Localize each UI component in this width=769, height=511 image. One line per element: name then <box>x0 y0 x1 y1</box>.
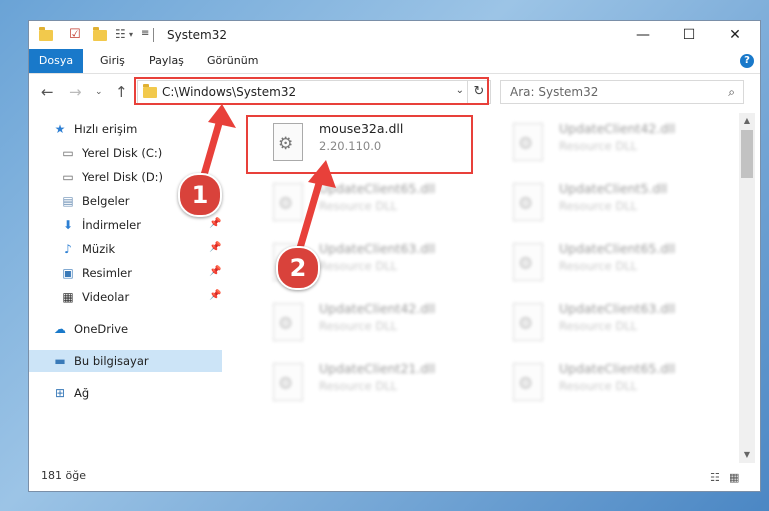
arrow-2-shaft <box>296 176 324 252</box>
arrow-1-head <box>208 104 236 128</box>
annotation-arrows <box>198 104 336 252</box>
step-1-badge: 1 <box>178 173 222 217</box>
step-2-badge: 2 <box>276 246 320 290</box>
arrow-2-head <box>308 160 336 188</box>
